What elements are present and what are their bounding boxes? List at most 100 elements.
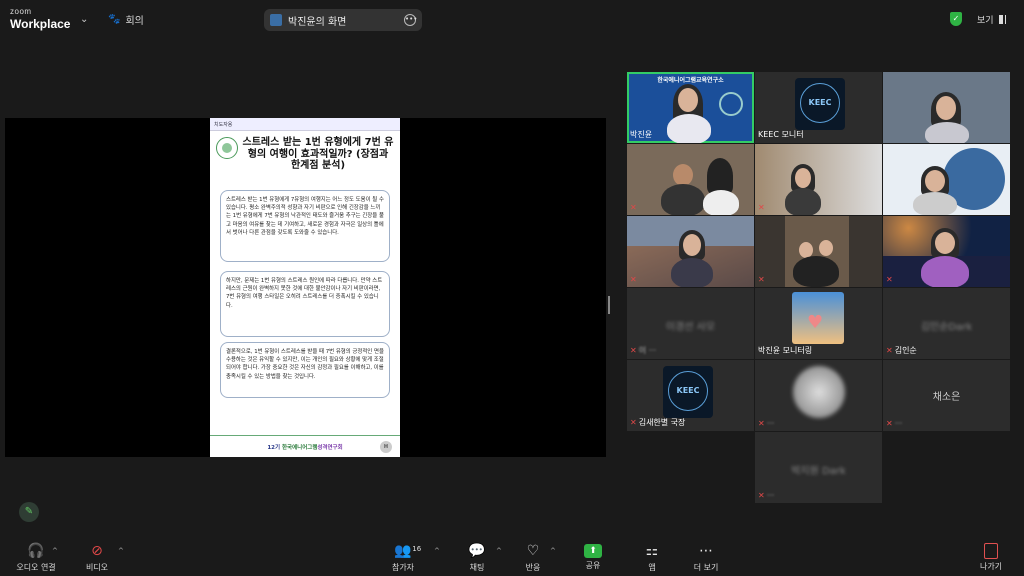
participant-tile[interactable]: [883, 72, 1010, 143]
view-button[interactable]: 보기: [977, 13, 1006, 26]
participant-video: [883, 144, 1010, 215]
slide-title: 스트레스 받는 1번 유형에게 7번 유형의 여행이 효과적일까? (장점과 한…: [242, 137, 394, 171]
participant-placeholder-name: 김민순Dark: [920, 322, 973, 333]
participant-video: [883, 72, 1010, 143]
footer-suffix: 성격연구회: [317, 444, 343, 451]
participant-tile[interactable]: ✕ ···: [755, 360, 882, 431]
participant-tile[interactable]: KEEC KEEC 모니터: [755, 72, 882, 143]
mic-muted-icon: ✕: [630, 418, 637, 427]
participant-name: 박진윤: [630, 130, 653, 139]
participant-tile[interactable]: 이경선 사모 ✕ 이 ···: [627, 288, 754, 359]
participant-tile[interactable]: ✕: [627, 216, 754, 287]
participant-placeholder-name: 이경선 사모: [665, 322, 716, 333]
participant-video: [627, 216, 754, 287]
mic-muted-icon: ✕: [630, 275, 637, 284]
apps-icon: ⚏: [645, 543, 659, 559]
meeting-toolbar: 🎧 오디오 연결 ^ ⊘ 비디오 ^ 👥 16 참가자 ^ 💬 채팅 ^ ♡ 반응…: [0, 538, 1024, 576]
leave-button[interactable]: 나가기: [966, 542, 1016, 572]
mic-muted-icon: ✕: [886, 346, 893, 355]
participant-name: ✕ ···: [758, 419, 775, 428]
participants-button[interactable]: 👥 16 참가자: [378, 542, 428, 573]
participant-name: ✕ 김인순: [886, 346, 917, 355]
screen-share-indicator[interactable]: 박진윤의 화면 •••: [264, 9, 422, 31]
slide-header: 치도자용: [210, 118, 400, 131]
shared-slide: 치도자용 스트레스 받는 1번 유형에게 7번 유형의 여행이 효과적일까? (…: [210, 118, 400, 457]
participant-placeholder-name: 채소은: [932, 392, 961, 403]
participant-tile[interactable]: ✕: [755, 144, 882, 215]
chat-icon: 💬: [468, 543, 486, 559]
participant-name: ✕: [630, 203, 637, 212]
participant-tile[interactable]: ✕: [883, 216, 1010, 287]
annotate-pencil-icon[interactable]: ✎: [19, 502, 39, 522]
security-shield-icon[interactable]: ✓: [950, 12, 962, 26]
brand-top-text: zoom: [10, 7, 32, 16]
participant-name: ✕: [758, 203, 765, 212]
participant-video: [755, 216, 882, 287]
mic-muted-icon: ✕: [758, 491, 765, 500]
participant-tile[interactable]: ♥ 박진윤 모니터링: [755, 288, 882, 359]
audio-caret-icon[interactable]: ^: [52, 547, 58, 555]
mic-muted-icon: ✕: [630, 203, 637, 212]
heart-icon: ♡: [526, 543, 540, 559]
participant-avatar: [793, 366, 845, 418]
video-button[interactable]: ⊘ 비디오: [72, 542, 122, 573]
more-icon: ⋯: [699, 543, 713, 559]
footer-prefix: 12기: [267, 444, 281, 451]
participant-name: ✕: [886, 275, 893, 284]
participant-name: ✕ 이 ···: [630, 346, 657, 355]
mic-muted-icon: ✕: [758, 203, 765, 212]
slide-paragraph-3: 결론적으로, 1번 유형이 스트레스를 받을 때 7번 유형의 긍정적인 면을 …: [220, 341, 390, 398]
apps-button[interactable]: ⚏ 앱: [627, 542, 677, 573]
view-label: 보기: [977, 16, 994, 26]
top-bar: zoom Workplace ⌄ 🐾 회의 박진윤의 화면 ••• ✓ 보기: [0, 0, 1024, 40]
enneagram-logo: [216, 137, 238, 159]
participant-tile[interactable]: ✕: [627, 144, 754, 215]
leave-icon: [984, 543, 998, 559]
react-caret-icon[interactable]: ^: [550, 547, 556, 555]
participant-video: [883, 216, 1010, 287]
participant-name: 박진윤 모니터링: [758, 346, 813, 355]
participant-tile-active-speaker[interactable]: 한국에니어그램교육연구소 박진윤: [627, 72, 754, 143]
participant-tile[interactable]: [883, 144, 1010, 215]
more-button[interactable]: ⋯ 더 보기: [681, 542, 731, 573]
mic-muted-icon: ✕: [758, 275, 765, 284]
participant-name: ✕ 김새한별 국장: [630, 418, 686, 427]
participant-video: [755, 144, 882, 215]
participant-name: ✕: [758, 275, 765, 284]
keec-logo: KEEC: [795, 78, 845, 130]
slide-paragraph-2: 하지만, 문제는 1번 유형의 스트레스 원인에 따라 다릅니다. 만약 스트레…: [220, 270, 390, 337]
zoom-workplace-logo[interactable]: zoom Workplace: [10, 7, 71, 31]
paw-icon: 🐾: [108, 14, 121, 25]
participant-name: KEEC 모니터: [758, 130, 804, 139]
share-title: 박진윤의 화면: [288, 16, 347, 28]
participant-placeholder-name: 박지원 Dark: [791, 466, 846, 477]
brand-bottom-text: Workplace: [10, 17, 71, 31]
keec-logo: KEEC: [663, 366, 713, 418]
chat-caret-icon[interactable]: ^: [496, 547, 502, 555]
participant-tile[interactable]: 박지원 Dark ✕ ···: [755, 432, 882, 503]
slide-footer: 12기 한국에니어그램 성격연구회 H: [210, 435, 400, 457]
split-resize-handle[interactable]: [608, 296, 610, 314]
participants-caret-icon[interactable]: ^: [434, 547, 440, 555]
meeting-info-button[interactable]: 🐾 회의: [108, 12, 144, 27]
sharer-avatar: [270, 14, 282, 26]
participant-video: [627, 144, 754, 215]
share-button[interactable]: ⬆ 공유: [568, 542, 618, 571]
chat-button[interactable]: 💬 채팅: [452, 542, 502, 573]
participant-tile[interactable]: KEEC ✕ 김새한별 국장: [627, 360, 754, 431]
participant-tile[interactable]: 채소은 ✕ ···: [883, 360, 1010, 431]
video-caret-icon[interactable]: ^: [118, 547, 124, 555]
participant-gallery: 한국에니어그램교육연구소 박진윤 KEEC KEEC 모니터 ✕ ✕ ✕ ✕ ✕…: [627, 72, 1011, 504]
participant-name: ✕ ···: [886, 419, 903, 428]
slide-title-row: 스트레스 받는 1번 유형에게 7번 유형의 여행이 효과적일까? (장점과 한…: [210, 131, 400, 172]
chevron-down-icon[interactable]: ⌄: [80, 14, 88, 25]
participant-tile[interactable]: ✕: [755, 216, 882, 287]
share-screen-icon: ⬆: [584, 544, 602, 558]
participant-name: ✕ ···: [758, 491, 775, 500]
mic-muted-icon: ✕: [630, 346, 637, 355]
video-banner: 한국에니어그램교육연구소: [657, 77, 724, 84]
more-options-icon[interactable]: •••: [404, 14, 417, 26]
participant-name: ✕: [630, 275, 637, 284]
participant-tile[interactable]: 김민순Dark ✕ 김인순: [883, 288, 1010, 359]
mic-muted-icon: ✕: [758, 419, 765, 428]
